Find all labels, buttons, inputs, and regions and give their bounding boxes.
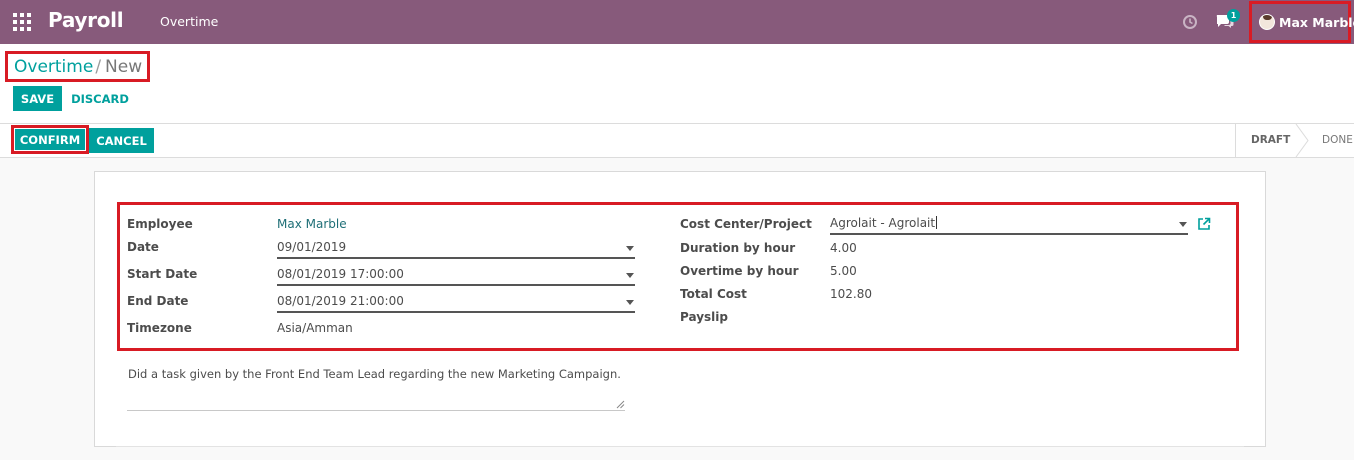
cancel-button[interactable]: CANCEL — [89, 128, 154, 153]
timezone-label: Timezone — [127, 321, 192, 335]
cost-center-value: Agrolait - Agrolait — [830, 216, 938, 230]
stage-draft[interactable]: DRAFT — [1251, 134, 1290, 146]
duration-label: Duration by hour — [680, 241, 796, 255]
avatar — [1259, 14, 1275, 30]
timezone-value[interactable]: Asia/Amman — [277, 321, 353, 335]
discard-button[interactable]: DISCARD — [70, 86, 130, 111]
top-navbar: Payroll Overtime 1 Max Marble — [0, 0, 1354, 44]
description-text[interactable]: Did a task given by the Front End Team L… — [128, 367, 621, 381]
start-date-label: Start Date — [127, 267, 198, 281]
date-field[interactable]: 09/01/2019 — [277, 238, 635, 259]
breadcrumb-parent-link[interactable]: Overtime — [14, 57, 93, 77]
dropdown-caret-icon — [626, 300, 634, 305]
end-date-label: End Date — [127, 294, 189, 308]
cost-center-label: Cost Center/Project — [680, 217, 812, 231]
employee-link[interactable]: Max Marble — [277, 217, 347, 231]
start-date-value: 08/01/2019 17:00:00 — [277, 267, 404, 281]
divider — [116, 446, 1244, 447]
start-date-field[interactable]: 08/01/2019 17:00:00 — [277, 265, 635, 286]
breadcrumb-current: New — [105, 57, 143, 77]
dropdown-caret-icon — [1179, 222, 1187, 227]
stage-done[interactable]: DONE — [1322, 134, 1353, 146]
activity-clock-icon[interactable] — [1182, 14, 1198, 30]
overtime-value: 5.00 — [830, 264, 857, 278]
stage-status-bar: DRAFT DONE — [1235, 124, 1354, 157]
user-menu[interactable]: Max Marble — [1249, 1, 1354, 43]
apps-grid-icon[interactable] — [13, 13, 31, 31]
date-label: Date — [127, 240, 159, 254]
breadcrumb-separator: / — [95, 57, 102, 77]
breadcrumb: Overtime / New — [5, 51, 150, 82]
stage-arrow-icon — [1295, 124, 1309, 157]
dropdown-caret-icon — [626, 273, 634, 278]
end-date-field[interactable]: 08/01/2019 21:00:00 — [277, 292, 635, 313]
resize-handle-icon[interactable] — [616, 400, 625, 409]
external-link-icon[interactable] — [1197, 217, 1211, 231]
save-button[interactable]: SAVE — [13, 86, 62, 111]
date-value: 09/01/2019 — [277, 240, 347, 254]
notification-badge: 1 — [1227, 9, 1240, 22]
end-date-value: 08/01/2019 21:00:00 — [277, 294, 404, 308]
total-cost-value: 102.80 — [830, 287, 872, 301]
app-title: Payroll — [48, 8, 124, 32]
menu-item-overtime[interactable]: Overtime — [160, 14, 218, 29]
divider — [0, 123, 1354, 124]
overtime-label: Overtime by hour — [680, 264, 799, 278]
total-cost-label: Total Cost — [680, 287, 747, 301]
duration-value: 4.00 — [830, 241, 857, 255]
description-textarea[interactable] — [127, 389, 625, 411]
payslip-label: Payslip — [680, 310, 728, 324]
employee-label: Employee — [127, 217, 193, 231]
confirm-button-highlight: CONFIRM — [11, 125, 89, 154]
dropdown-caret-icon — [626, 246, 634, 251]
user-name: Max Marble — [1279, 14, 1354, 30]
confirm-button[interactable]: CONFIRM — [15, 129, 85, 150]
cost-center-field[interactable]: Agrolait - Agrolait — [830, 214, 1188, 235]
